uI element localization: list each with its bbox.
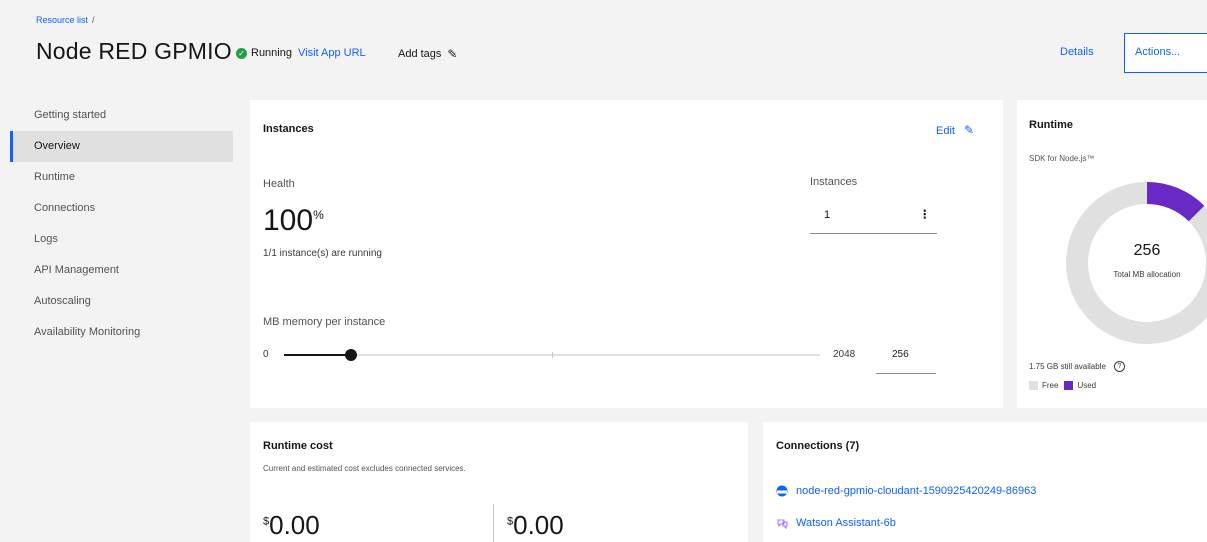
donut-legend: Free Used	[1029, 381, 1096, 390]
runtime-card: Runtime SDK for Node.js™ 256 Total MB al…	[1017, 100, 1207, 408]
connection-label: node-red-gpmio-cloudant-1590925420249-86…	[796, 485, 1037, 497]
status-badge: ✓ Running Visit App URL	[236, 47, 366, 59]
allocation-donut	[1066, 182, 1207, 344]
health-number: 100	[263, 204, 314, 237]
checkmark-icon: ✓	[236, 47, 247, 59]
instances-card: Instances Edit ✎ Health 100% 1/1 instanc…	[250, 100, 1003, 408]
sidebar-item-runtime[interactable]: Runtime	[0, 162, 230, 193]
help-icon[interactable]: ?	[1113, 361, 1125, 372]
connections-card: Connections (7) node-red-gpmio-cloudant-…	[763, 422, 1207, 542]
health-unit: %	[313, 208, 324, 222]
memory-slider[interactable]	[284, 349, 820, 361]
connections-title: Connections (7)	[776, 440, 860, 452]
breadcrumb: Resource list /	[36, 15, 95, 25]
page-header: Resource list / Node RED GPMIO ✓ Running …	[0, 0, 1207, 96]
sidebar-item-overview[interactable]: Overview	[10, 131, 233, 162]
runtime-cost-card: Runtime cost Current and estimated cost …	[250, 422, 748, 542]
available-label: 1.75 GB still available	[1029, 362, 1106, 371]
legend-free-swatch	[1029, 381, 1038, 390]
sidebar-item-getting-started[interactable]: Getting started	[0, 100, 230, 131]
cost-description: Current and estimated cost excludes conn…	[263, 464, 466, 473]
pencil-icon: ✎	[964, 123, 975, 137]
health-label: Health	[263, 178, 295, 190]
slider-tick	[552, 352, 553, 358]
watson-assistant-icon	[777, 519, 788, 529]
instances-value: 1	[824, 209, 831, 221]
slider-thumb[interactable]	[345, 349, 357, 361]
sidebar-item-autoscaling[interactable]: Autoscaling	[0, 286, 230, 317]
cost-title: Runtime cost	[263, 440, 333, 452]
edit-label: Edit	[936, 125, 955, 137]
sidebar-item-availability-monitoring[interactable]: Availability Monitoring	[0, 317, 230, 348]
stepper-arrows-icon[interactable]: ⁝	[923, 206, 927, 223]
allocation-value: 256	[1133, 242, 1161, 259]
add-tags-button[interactable]: Add tags ✎	[398, 47, 457, 61]
connection-item[interactable]: Watson Assistant-6b	[776, 517, 896, 529]
sidebar-item-api-management[interactable]: API Management	[0, 255, 230, 286]
instances-label: Instances	[810, 176, 858, 188]
cost-divider	[493, 504, 494, 542]
instances-title: Instances	[263, 123, 314, 135]
sidebar-item-connections[interactable]: Connections	[0, 193, 230, 224]
runtime-title: Runtime	[1029, 119, 1073, 131]
actions-button[interactable]: Actions...	[1124, 33, 1207, 73]
connection-item[interactable]: node-red-gpmio-cloudant-1590925420249-86…	[776, 485, 1036, 497]
visit-app-url-link[interactable]: Visit App URL	[298, 47, 366, 59]
details-link[interactable]: Details	[1060, 46, 1094, 58]
side-nav: Getting started Overview Runtime Connect…	[0, 100, 233, 348]
legend-used-label: Used	[1077, 381, 1097, 390]
legend-used-swatch	[1064, 381, 1074, 390]
estimated-cost-value: 0.00	[513, 510, 564, 540]
estimated-cost: $0.00	[507, 510, 564, 541]
health-subtext: 1/1 instance(s) are running	[263, 248, 382, 259]
status-text: Running	[251, 47, 292, 59]
allocation-label: Total MB allocation	[1113, 270, 1181, 279]
health-value: 100%	[263, 204, 324, 238]
slider-fill	[284, 354, 351, 356]
slider-max-label: 2048	[833, 349, 856, 360]
available-text: 1.75 GB still available ?	[1029, 361, 1125, 372]
edit-button[interactable]: Edit ✎	[936, 123, 974, 137]
current-cost-value: 0.00	[269, 510, 320, 540]
current-cost: $0.00	[263, 510, 320, 541]
connection-label: Watson Assistant-6b	[796, 517, 896, 529]
instances-stepper[interactable]: 1 ⁝	[810, 200, 937, 234]
breadcrumb-resource-list[interactable]: Resource list	[36, 15, 88, 25]
cloudant-icon	[776, 485, 788, 497]
breadcrumb-separator: /	[92, 15, 95, 25]
sidebar-item-logs[interactable]: Logs	[0, 224, 230, 255]
page-title: Node RED GPMIO	[36, 38, 232, 64]
pencil-icon: ✎	[447, 47, 458, 61]
add-tags-label: Add tags	[398, 48, 442, 60]
slider-min-label: 0	[263, 349, 269, 360]
memory-input[interactable]: 256	[876, 340, 936, 374]
sdk-label: SDK for Node.js™	[1029, 154, 1095, 163]
memory-label: MB memory per instance	[263, 316, 386, 328]
legend-free-label: Free	[1042, 381, 1059, 390]
